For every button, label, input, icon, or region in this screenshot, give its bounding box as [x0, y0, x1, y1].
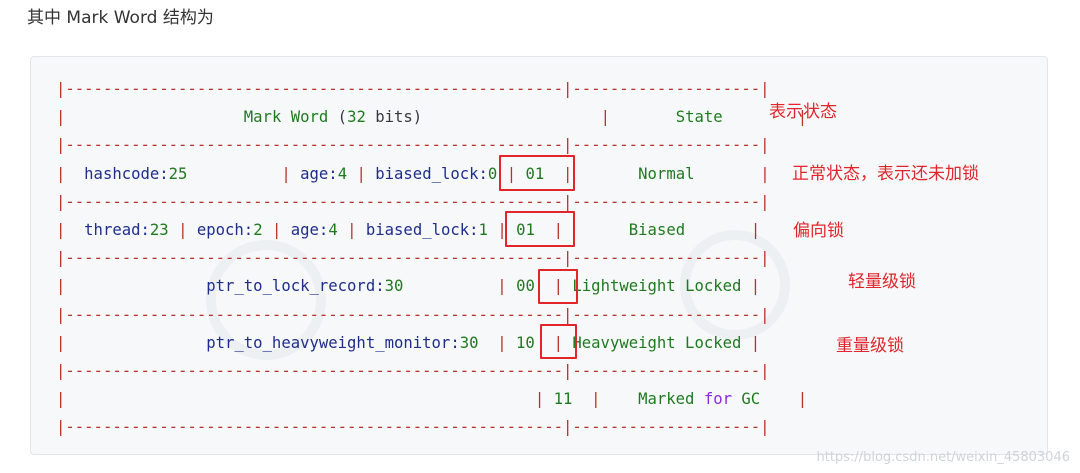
- table-border: |---------------------------------------…: [56, 249, 770, 268]
- table-border: |---------------------------------------…: [56, 192, 770, 211]
- table-border: |---------------------------------------…: [56, 136, 770, 155]
- header-state: State: [675, 108, 723, 127]
- highlight-heavyweight-bits: [540, 324, 577, 359]
- highlight-lightweight-bits: [538, 269, 578, 304]
- note-state: 表示状态: [769, 102, 837, 122]
- note-heavyweight: 重量级锁: [836, 336, 904, 356]
- state-heavyweight: Heavyweight Locked: [572, 333, 742, 352]
- state-lightweight: Lightweight Locked: [572, 277, 742, 296]
- table-border: |---------------------------------------…: [56, 80, 770, 98]
- table-border: |---------------------------------------…: [56, 305, 770, 324]
- mark-word-table: |---------------------------------------…: [56, 80, 808, 437]
- highlight-biased-bits: [505, 211, 575, 247]
- highlight-normal-bits: [499, 155, 575, 191]
- watermark-url: https://blog.csdn.net/weixin_45803046: [816, 450, 1070, 465]
- table-border: |---------------------------------------…: [56, 418, 770, 437]
- note-biased: 偏向锁: [793, 221, 844, 241]
- state-normal: Normal: [638, 164, 695, 183]
- note-lightweight: 轻量级锁: [848, 272, 916, 292]
- section-heading: 其中 Mark Word 结构为: [27, 8, 214, 28]
- state-biased: Biased: [628, 221, 686, 240]
- header-title: Mark Word: [243, 108, 329, 127]
- note-normal: 正常状态，表示还未加锁: [792, 164, 979, 184]
- table-border: |---------------------------------------…: [56, 362, 770, 381]
